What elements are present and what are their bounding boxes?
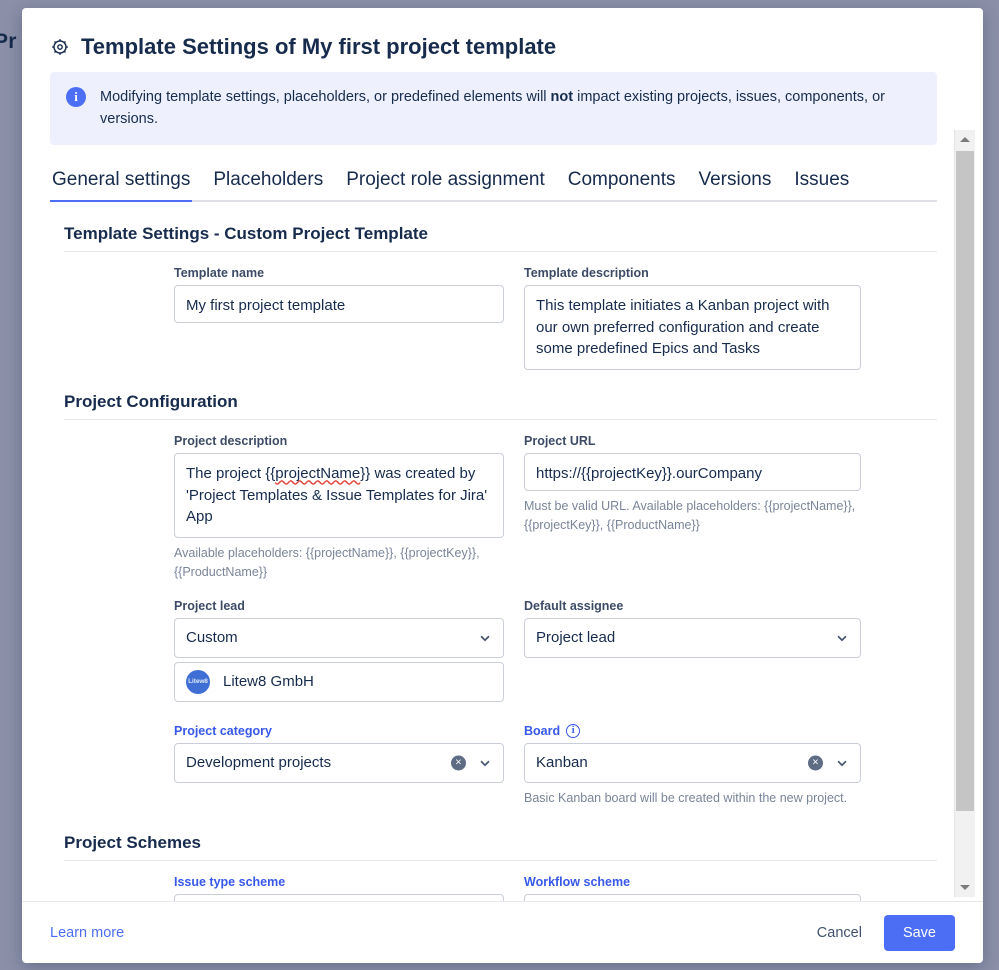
- template-settings-modal: Template Settings of My first project te…: [22, 8, 983, 963]
- project-lead-select[interactable]: Custom: [174, 618, 504, 658]
- save-button[interactable]: Save: [884, 915, 955, 951]
- label-template-description: Template description: [524, 266, 861, 280]
- workflow-scheme-select-wrap: P1DP: Software Simplified Workflow Sche…: [524, 894, 861, 901]
- modal-header: Template Settings of My first project te…: [22, 8, 983, 70]
- template-description-textarea[interactable]: This template initiates a Kanban project…: [524, 285, 861, 370]
- board-select-wrap: Kanban ×: [524, 743, 861, 783]
- modal-footer: Learn more Cancel Save: [22, 901, 983, 963]
- field-project-url: Project URL https://{{projectKey}}.ourCo…: [524, 434, 861, 581]
- field-workflow-scheme: Workflow scheme P1DP: Software Simplifie…: [524, 875, 861, 901]
- tab-bar: General settings Placeholders Project ro…: [50, 167, 937, 202]
- field-project-description: Project description The project {{projec…: [174, 434, 504, 581]
- field-project-category: Project category Development projects ×: [174, 724, 504, 807]
- helper-project-description: Available placeholders: {{projectName}},…: [174, 544, 504, 581]
- clear-circle-icon[interactable]: ×: [808, 755, 823, 770]
- tab-placeholders[interactable]: Placeholders: [211, 167, 325, 200]
- helper-board: Basic Kanban board will be created withi…: [524, 789, 861, 807]
- board-value: Kanban: [536, 752, 810, 773]
- section-divider: [64, 419, 937, 420]
- issue-type-scheme-select-wrap: Basic Kanban Issue Type Scheme: [174, 894, 504, 901]
- page-title: Template Settings of My first project te…: [50, 34, 955, 60]
- tab-general-settings[interactable]: General settings: [50, 167, 192, 200]
- issue-type-scheme-select[interactable]: Basic Kanban Issue Type Scheme: [174, 894, 504, 901]
- info-banner: i Modifying template settings, placehold…: [50, 72, 937, 145]
- scroll-down-arrow-icon[interactable]: [955, 878, 975, 897]
- section-divider: [64, 251, 937, 252]
- field-project-lead: Project lead Custom Litew8 Litew8 GmbH: [174, 599, 504, 702]
- label-project-description: Project description: [174, 434, 504, 448]
- section-title-project-schemes: Project Schemes: [64, 833, 937, 853]
- clear-circle-icon[interactable]: ×: [451, 755, 466, 770]
- avatar: Litew8: [186, 670, 210, 694]
- section-title-template-settings: Template Settings - Custom Project Templ…: [64, 224, 937, 244]
- project-description-misspelled-word: projectName: [275, 465, 360, 482]
- project-category-select-wrap: Development projects ×: [174, 743, 504, 783]
- scrollable-content: i Modifying template settings, placehold…: [22, 70, 947, 901]
- scroll-up-arrow-icon[interactable]: [955, 130, 975, 149]
- info-circle-icon[interactable]: i: [566, 724, 580, 738]
- section-title-project-configuration: Project Configuration: [64, 392, 937, 412]
- project-description-part1: The project {{: [186, 465, 275, 482]
- project-configuration-fields-row1: Project description The project {{projec…: [50, 434, 937, 581]
- project-url-input[interactable]: https://{{projectKey}}.ourCompany: [524, 453, 861, 491]
- tab-components[interactable]: Components: [566, 167, 678, 200]
- banner-text-before: Modifying template settings, placeholder…: [100, 89, 551, 105]
- scrollbar-track[interactable]: [955, 149, 975, 878]
- label-workflow-scheme: Workflow scheme: [524, 875, 861, 889]
- project-configuration-fields-row3: Project category Development projects × …: [50, 724, 937, 807]
- label-template-name: Template name: [174, 266, 504, 280]
- info-banner-text: Modifying template settings, placeholder…: [100, 86, 900, 130]
- field-issue-type-scheme: Issue type scheme Basic Kanban Issue Typ…: [174, 875, 504, 901]
- field-default-assignee: Default assignee Project lead: [524, 599, 861, 702]
- project-schemes-fields-row1: Issue type scheme Basic Kanban Issue Typ…: [50, 875, 937, 901]
- project-lead-value: Custom: [186, 627, 453, 648]
- info-icon: i: [66, 87, 86, 107]
- tab-versions[interactable]: Versions: [696, 167, 773, 200]
- label-project-url: Project URL: [524, 434, 861, 448]
- cancel-button[interactable]: Cancel: [805, 916, 874, 950]
- project-category-value: Development projects: [186, 752, 453, 773]
- field-board: Board i Kanban × Basic Kanban board will…: [524, 724, 861, 807]
- vertical-scrollbar[interactable]: [954, 130, 975, 897]
- template-name-input[interactable]: My first project template: [174, 285, 504, 323]
- tab-issues[interactable]: Issues: [792, 167, 851, 200]
- template-settings-fields: Template name My first project template …: [50, 266, 937, 370]
- label-project-category: Project category: [174, 724, 504, 738]
- learn-more-link[interactable]: Learn more: [50, 925, 124, 941]
- field-template-name: Template name My first project template: [174, 266, 504, 370]
- label-default-assignee: Default assignee: [524, 599, 861, 613]
- modal-body: i Modifying template settings, placehold…: [22, 70, 983, 901]
- banner-emphasis: not: [551, 89, 574, 105]
- gear-icon: [50, 37, 70, 57]
- label-issue-type-scheme: Issue type scheme: [174, 875, 504, 889]
- project-configuration-fields-row2: Project lead Custom Litew8 Litew8 GmbH D…: [50, 599, 937, 702]
- scrollbar-thumb[interactable]: [956, 151, 974, 811]
- helper-project-url: Must be valid URL. Available placeholder…: [524, 497, 861, 534]
- project-lead-user-name: Litew8 GmbH: [223, 673, 314, 690]
- label-board-text: Board: [524, 724, 560, 738]
- label-board: Board i: [524, 724, 861, 738]
- default-assignee-select[interactable]: Project lead: [524, 618, 861, 658]
- tab-project-role-assignment[interactable]: Project role assignment: [344, 167, 547, 200]
- default-assignee-select-wrap: Project lead: [524, 618, 861, 658]
- project-description-textarea[interactable]: The project {{projectName}} was created …: [174, 453, 504, 538]
- backdrop-clipped-text: Pr: [0, 30, 17, 54]
- footer-actions: Cancel Save: [805, 915, 955, 951]
- project-lead-select-wrap: Custom: [174, 618, 504, 658]
- project-lead-selected-user[interactable]: Litew8 Litew8 GmbH: [174, 662, 504, 702]
- page-title-text: Template Settings of My first project te…: [81, 34, 556, 60]
- default-assignee-value: Project lead: [536, 627, 810, 648]
- section-divider: [64, 860, 937, 861]
- label-project-lead: Project lead: [174, 599, 504, 613]
- workflow-scheme-select[interactable]: P1DP: Software Simplified Workflow Sche…: [524, 894, 861, 901]
- field-template-description: Template description This template initi…: [524, 266, 861, 370]
